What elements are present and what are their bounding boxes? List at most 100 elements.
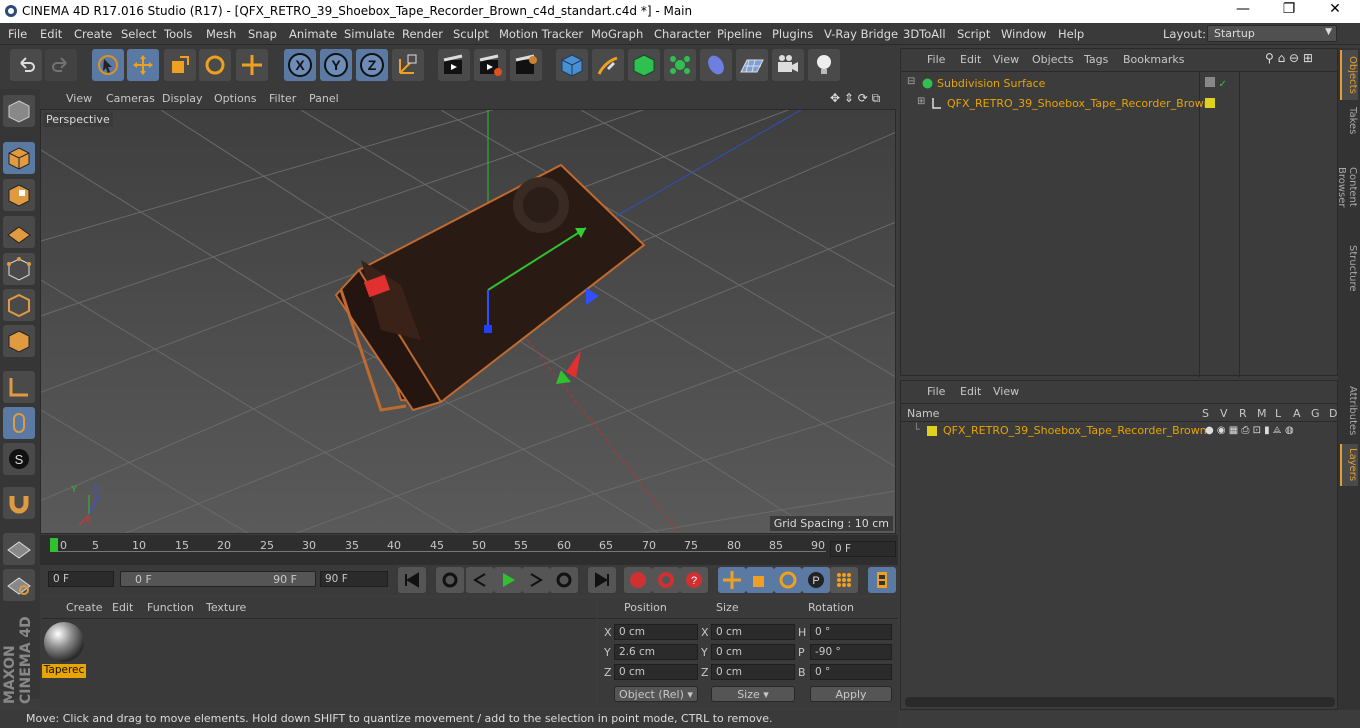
- material-menu-create[interactable]: Create: [66, 601, 103, 614]
- timeline[interactable]: 0 5 10 15 20 25 30 35 40 45 50 55 60 65 …: [40, 535, 898, 565]
- viewport-menu-panel[interactable]: Panel: [309, 92, 339, 105]
- y-axis-icon[interactable]: Y: [320, 49, 352, 81]
- layers-menu-view[interactable]: View: [993, 385, 1019, 398]
- menu-create[interactable]: Create: [74, 27, 112, 41]
- menu-mograph[interactable]: MoGraph: [591, 27, 643, 41]
- go-to-next-frame-icon[interactable]: [522, 567, 550, 593]
- menu-snap[interactable]: Snap: [248, 27, 277, 41]
- objects-menu-file[interactable]: File: [927, 53, 945, 66]
- pos-z-field[interactable]: 0 cm: [614, 664, 698, 680]
- make-editable-icon[interactable]: [3, 95, 35, 127]
- redo-icon[interactable]: [45, 49, 77, 81]
- menu-file[interactable]: File: [8, 27, 27, 41]
- camera-icon[interactable]: [772, 49, 804, 81]
- floor-icon[interactable]: [736, 49, 768, 81]
- size-z-field[interactable]: 0 cm: [711, 664, 795, 680]
- menu-motion-tracker[interactable]: Motion Tracker: [499, 27, 583, 41]
- play-icon[interactable]: [494, 567, 522, 593]
- edges-mode-icon[interactable]: [3, 289, 35, 321]
- layer-flags[interactable]: ● ◉ ▦ ⎙ ⊡ ▮ ⟁ ◍: [1205, 425, 1294, 436]
- tab-layers[interactable]: Layers: [1340, 444, 1358, 486]
- minimize-button[interactable]: —: [1220, 1, 1266, 17]
- start-frame-field[interactable]: 0 F: [48, 571, 114, 587]
- object-row[interactable]: ⊞ QFX_RETRO_39_Shoebox_Tape_Recorder_Bro…: [905, 95, 1211, 113]
- layout-dropdown[interactable]: Startup ▼: [1207, 25, 1337, 42]
- go-to-prev-frame-icon[interactable]: [466, 567, 494, 593]
- go-to-prev-key-icon[interactable]: [436, 567, 464, 593]
- objects-menu-tags[interactable]: Tags: [1084, 53, 1108, 66]
- light-icon[interactable]: [808, 49, 840, 81]
- material-menu-edit[interactable]: Edit: [112, 601, 133, 614]
- gizmo-center[interactable]: [484, 325, 492, 333]
- viewport-menu-display[interactable]: Display: [162, 92, 203, 105]
- objects-menu-view[interactable]: View: [993, 53, 1019, 66]
- menu-edit[interactable]: Edit: [40, 27, 62, 41]
- viewport-nav-icon[interactable]: ✥ ⇕ ⟳ ⧉: [830, 91, 880, 106]
- texture-mode-icon[interactable]: [3, 179, 35, 211]
- deformer-icon[interactable]: [700, 49, 732, 81]
- undo-icon[interactable]: [10, 49, 42, 81]
- tab-structure[interactable]: Structure: [1340, 240, 1358, 296]
- subdivision-icon[interactable]: [628, 49, 660, 81]
- keyframe-selection-icon[interactable]: ?: [680, 567, 708, 593]
- size-y-field[interactable]: 0 cm: [711, 644, 795, 660]
- timeline-window-icon[interactable]: [868, 567, 896, 593]
- key-pla-icon[interactable]: [830, 567, 858, 593]
- tab-content-browser[interactable]: Content Browser: [1336, 142, 1358, 232]
- tab-takes[interactable]: Takes: [1340, 102, 1358, 140]
- playhead[interactable]: [50, 538, 58, 552]
- objects-search-icon[interactable]: ⚲ ⌂ ⊖ ⊞: [1265, 51, 1313, 65]
- objects-menu-objects[interactable]: Objects: [1032, 53, 1074, 66]
- end-frame-field[interactable]: 90 F: [320, 571, 388, 587]
- layer-color-swatch[interactable]: [927, 426, 937, 436]
- pos-x-field[interactable]: 0 cm: [614, 624, 698, 640]
- axis-mode-icon[interactable]: [3, 371, 35, 403]
- key-parameter-icon[interactable]: P: [802, 567, 830, 593]
- menu-3dtoall[interactable]: 3DToAll: [903, 27, 946, 41]
- cloner-icon[interactable]: [664, 49, 696, 81]
- menu-render[interactable]: Render: [402, 27, 443, 41]
- rot-b-field[interactable]: 0 °: [810, 664, 892, 680]
- size-mode-dropdown[interactable]: Size ▾: [711, 686, 795, 702]
- expand-icon[interactable]: ⊞: [917, 96, 925, 107]
- viewport-menu-filter[interactable]: Filter: [269, 92, 296, 105]
- grid-rotate-icon[interactable]: [3, 569, 35, 601]
- material-menu-texture[interactable]: Texture: [206, 601, 246, 614]
- workplane-mode-icon[interactable]: [3, 216, 35, 248]
- edit-render-settings-icon[interactable]: [510, 49, 542, 81]
- cube-icon[interactable]: [556, 49, 588, 81]
- menu-vray-bridge[interactable]: V-Ray Bridge: [824, 27, 898, 41]
- move-icon[interactable]: [127, 49, 159, 81]
- layer-row[interactable]: └ QFX_RETRO_39_Shoebox_Tape_Recorder_Bro…: [905, 423, 1207, 439]
- menu-script[interactable]: Script: [957, 27, 990, 41]
- snap-magnet-icon[interactable]: [3, 487, 35, 519]
- viewport-menu-view[interactable]: View: [66, 92, 92, 105]
- horizontal-scrollbar[interactable]: [905, 697, 1335, 707]
- rot-p-field[interactable]: -90 °: [810, 644, 892, 660]
- menu-help[interactable]: Help: [1058, 27, 1084, 41]
- rotate-icon[interactable]: [199, 49, 231, 81]
- scale-icon[interactable]: [164, 49, 196, 81]
- key-scale-icon[interactable]: [746, 567, 774, 593]
- viewport-menu-options[interactable]: Options: [214, 92, 256, 105]
- menu-window[interactable]: Window: [1001, 27, 1046, 41]
- menu-pipeline[interactable]: Pipeline: [717, 27, 762, 41]
- render-view-icon[interactable]: [438, 49, 470, 81]
- menu-tools[interactable]: Tools: [164, 27, 192, 41]
- autokey-icon[interactable]: [652, 567, 680, 593]
- menu-select[interactable]: Select: [121, 27, 156, 41]
- key-rotation-icon[interactable]: [774, 567, 802, 593]
- tab-attributes[interactable]: Attributes: [1340, 382, 1358, 440]
- object-row[interactable]: ⊟ Subdivision Surface: [905, 75, 1197, 93]
- close-button[interactable]: ✕: [1312, 1, 1358, 17]
- polygons-mode-icon[interactable]: [3, 325, 35, 357]
- live-select-icon[interactable]: [92, 49, 124, 81]
- model-mode-icon[interactable]: [3, 142, 35, 174]
- pen-icon[interactable]: [592, 49, 624, 81]
- apply-button[interactable]: Apply: [810, 686, 892, 702]
- coord-mode-dropdown[interactable]: Object (Rel) ▾: [614, 686, 698, 702]
- material-swatch[interactable]: Taperec: [42, 620, 86, 680]
- key-position-icon[interactable]: [718, 567, 746, 593]
- menu-simulate[interactable]: Simulate: [344, 27, 395, 41]
- go-to-next-key-icon[interactable]: [550, 567, 578, 593]
